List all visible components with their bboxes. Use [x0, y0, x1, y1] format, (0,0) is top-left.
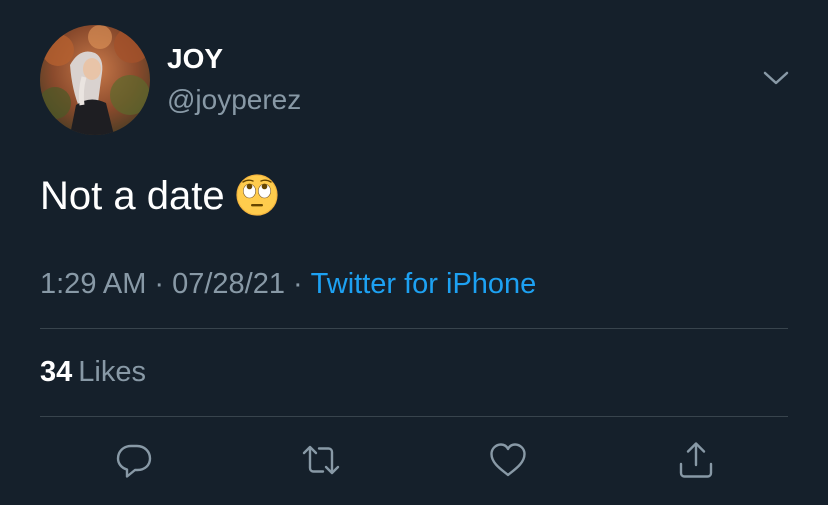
- divider: [40, 416, 788, 417]
- reply-button[interactable]: [114, 440, 154, 480]
- speech-bubble-icon: [116, 444, 152, 478]
- user-handle[interactable]: @joyperez: [167, 84, 301, 116]
- meta-separator: ·: [292, 268, 303, 300]
- likes-label: Likes: [78, 356, 146, 388]
- tweet-date: 07/28/21: [172, 268, 285, 300]
- likes-stat[interactable]: 34 Likes: [40, 354, 146, 390]
- rolling-eyes-emoji-icon: [235, 173, 279, 217]
- tweet-metadata: 1:29 AM · 07/28/21 · Twitter for iPhone: [40, 266, 536, 302]
- avatar-image: [40, 25, 150, 135]
- retweet-arrows-icon: [302, 445, 340, 475]
- divider: [40, 328, 788, 329]
- tweet-detail: JOY @joyperez Not a date 1:29 AM · 07/28/2…: [0, 0, 828, 505]
- retweet-button[interactable]: [301, 440, 341, 480]
- meta-separator: ·: [154, 268, 165, 300]
- tweet-text: Not a date: [40, 172, 279, 220]
- avatar[interactable]: [40, 25, 150, 135]
- share-upload-icon: [679, 442, 713, 478]
- tweet-time: 1:29 AM: [40, 268, 147, 300]
- like-button[interactable]: [488, 440, 528, 480]
- display-name[interactable]: JOY: [167, 43, 223, 75]
- chevron-down-icon[interactable]: [760, 64, 792, 92]
- tweet-source-link[interactable]: Twitter for iPhone: [311, 268, 537, 300]
- heart-icon: [490, 443, 526, 477]
- share-button[interactable]: [676, 440, 716, 480]
- likes-count: 34: [40, 356, 73, 388]
- tweet-text-content: Not a date: [40, 174, 225, 218]
